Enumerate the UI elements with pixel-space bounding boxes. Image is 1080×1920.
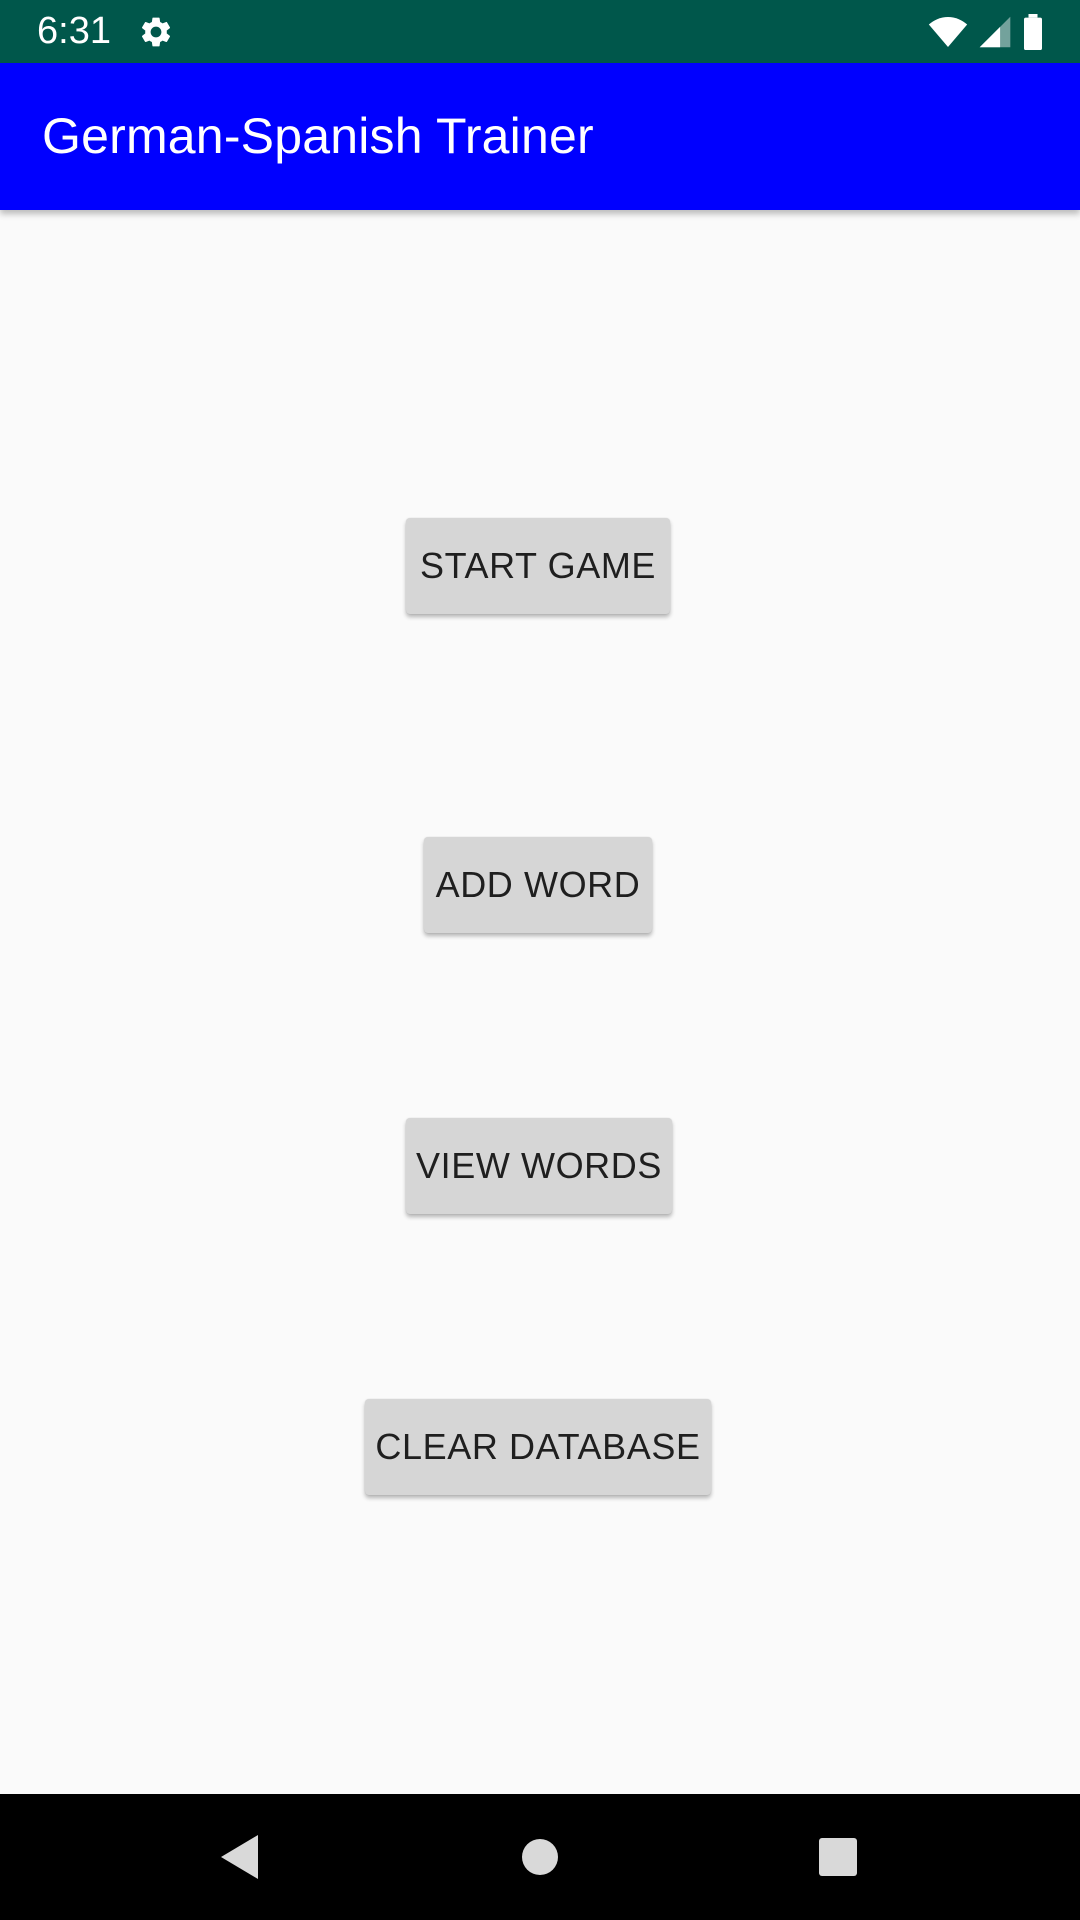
wifi-icon	[928, 15, 968, 49]
back-button[interactable]	[180, 1794, 300, 1920]
navigation-bar	[0, 1794, 1080, 1920]
status-bar: 6:31	[0, 0, 1080, 63]
app-title: German-Spanish Trainer	[42, 108, 594, 164]
battery-icon	[1022, 14, 1044, 50]
app-bar: German-Spanish Trainer	[0, 63, 1080, 210]
cell-signal-icon	[978, 15, 1012, 49]
add-word-button[interactable]: ADD WORD	[424, 837, 652, 933]
recents-icon	[819, 1838, 857, 1876]
settings-gear-icon	[138, 14, 174, 50]
main-content: START GAME ADD WORD VIEW WORDS CLEAR DAT…	[0, 210, 1080, 1794]
back-icon	[221, 1835, 258, 1879]
status-time: 6:31	[37, 10, 111, 52]
recents-button[interactable]	[778, 1794, 898, 1920]
start-game-button[interactable]: START GAME	[406, 518, 670, 614]
clear-database-button[interactable]: CLEAR DATABASE	[365, 1399, 711, 1495]
view-words-button[interactable]: VIEW WORDS	[406, 1118, 672, 1214]
home-button[interactable]	[480, 1794, 600, 1920]
home-icon	[522, 1839, 558, 1875]
